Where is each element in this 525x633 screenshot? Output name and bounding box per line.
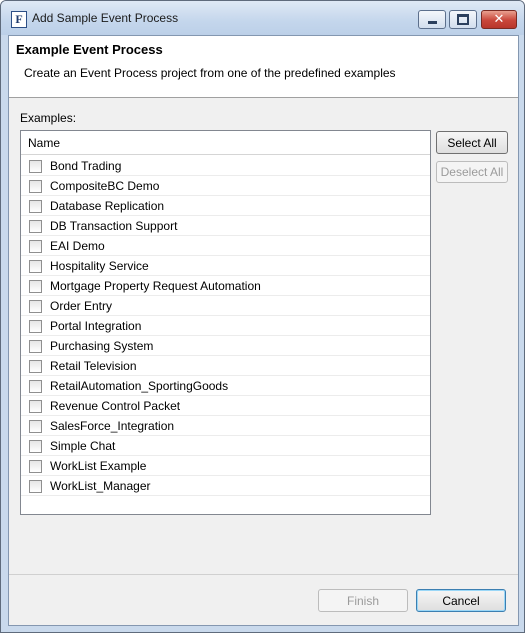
- item-checkbox[interactable]: [29, 160, 42, 173]
- maximize-button[interactable]: [449, 10, 477, 29]
- app-icon: F: [11, 11, 27, 28]
- list-item-label: WorkList Example: [50, 459, 147, 473]
- item-checkbox[interactable]: [29, 280, 42, 293]
- list-item[interactable]: Retail Television: [21, 356, 430, 376]
- list-item-label: DB Transaction Support: [50, 219, 178, 233]
- page-title: Example Event Process: [16, 42, 163, 57]
- list-item-label: Retail Television: [50, 359, 137, 373]
- minimize-button[interactable]: [418, 10, 446, 29]
- item-checkbox[interactable]: [29, 460, 42, 473]
- maximize-icon: [457, 14, 469, 25]
- list-item-label: WorkList_Manager: [50, 479, 151, 493]
- examples-label: Examples:: [20, 111, 77, 125]
- item-checkbox[interactable]: [29, 200, 42, 213]
- list-item[interactable]: Hospitality Service: [21, 256, 430, 276]
- list-item[interactable]: WorkList_Manager: [21, 476, 430, 496]
- item-checkbox[interactable]: [29, 420, 42, 433]
- dialog-body: Example Event Process Create an Event Pr…: [8, 35, 519, 626]
- item-checkbox[interactable]: [29, 220, 42, 233]
- list-rows: Bond Trading CompositeBC Demo Database Rep…: [21, 156, 430, 496]
- item-checkbox[interactable]: [29, 260, 42, 273]
- cancel-button[interactable]: Cancel: [416, 589, 506, 612]
- list-item[interactable]: SalesForce_Integration: [21, 416, 430, 436]
- list-item-label: Database Replication: [50, 199, 165, 213]
- list-item-label: Revenue Control Packet: [50, 399, 181, 413]
- list-item-label: CompositeBC Demo: [50, 179, 160, 193]
- list-item[interactable]: Simple Chat: [21, 436, 430, 456]
- column-header-label: Name: [28, 136, 61, 150]
- page-description: Create an Event Process project from one…: [24, 66, 396, 80]
- list-item-label: Mortgage Property Request Automation: [50, 279, 261, 293]
- item-checkbox[interactable]: [29, 240, 42, 253]
- item-checkbox[interactable]: [29, 180, 42, 193]
- finish-button[interactable]: Finish: [318, 589, 408, 612]
- list-item-label: Portal Integration: [50, 319, 142, 333]
- item-checkbox[interactable]: [29, 380, 42, 393]
- list-item-label: Order Entry: [50, 299, 113, 313]
- dialog-window: F Add Sample Event Process ✕ Example Eve…: [0, 0, 525, 633]
- list-item[interactable]: Database Replication: [21, 196, 430, 216]
- list-item[interactable]: Portal Integration: [21, 316, 430, 336]
- list-item[interactable]: Order Entry: [21, 296, 430, 316]
- minimize-icon: [427, 21, 437, 24]
- header-banner: Example Event Process Create an Event Pr…: [9, 36, 518, 98]
- list-item[interactable]: EAI Demo: [21, 236, 430, 256]
- list-item[interactable]: Revenue Control Packet: [21, 396, 430, 416]
- close-icon: ✕: [493, 12, 505, 27]
- list-item[interactable]: DB Transaction Support: [21, 216, 430, 236]
- list-item-label: EAI Demo: [50, 239, 105, 253]
- list-item-label: Bond Trading: [50, 159, 122, 173]
- item-checkbox[interactable]: [29, 440, 42, 453]
- deselect-all-button[interactable]: Deselect All: [436, 161, 508, 183]
- item-checkbox[interactable]: [29, 480, 42, 493]
- footer-divider: [9, 574, 518, 575]
- list-item-label: SalesForce_Integration: [50, 419, 175, 433]
- item-checkbox[interactable]: [29, 400, 42, 413]
- item-checkbox[interactable]: [29, 340, 42, 353]
- item-checkbox[interactable]: [29, 320, 42, 333]
- item-checkbox[interactable]: [29, 300, 42, 313]
- close-button[interactable]: ✕: [481, 10, 517, 29]
- examples-list[interactable]: Name Bond Trading CompositeBC Demo Databas…: [20, 130, 431, 515]
- list-item[interactable]: Purchasing System: [21, 336, 430, 356]
- list-item-label: RetailAutomation_SportingGoods: [50, 379, 229, 393]
- column-header-name[interactable]: Name: [21, 131, 430, 155]
- list-item-label: Hospitality Service: [50, 259, 149, 273]
- list-item[interactable]: CompositeBC Demo: [21, 176, 430, 196]
- list-item[interactable]: Mortgage Property Request Automation: [21, 276, 430, 296]
- item-checkbox[interactable]: [29, 360, 42, 373]
- list-item[interactable]: Bond Trading: [21, 156, 430, 176]
- list-item[interactable]: WorkList Example: [21, 456, 430, 476]
- title-bar[interactable]: F Add Sample Event Process ✕: [1, 1, 524, 35]
- list-item[interactable]: RetailAutomation_SportingGoods: [21, 376, 430, 396]
- list-item-label: Purchasing System: [50, 339, 154, 353]
- list-item-label: Simple Chat: [50, 439, 116, 453]
- window-title: Add Sample Event Process: [32, 11, 179, 25]
- select-all-button[interactable]: Select All: [436, 131, 508, 154]
